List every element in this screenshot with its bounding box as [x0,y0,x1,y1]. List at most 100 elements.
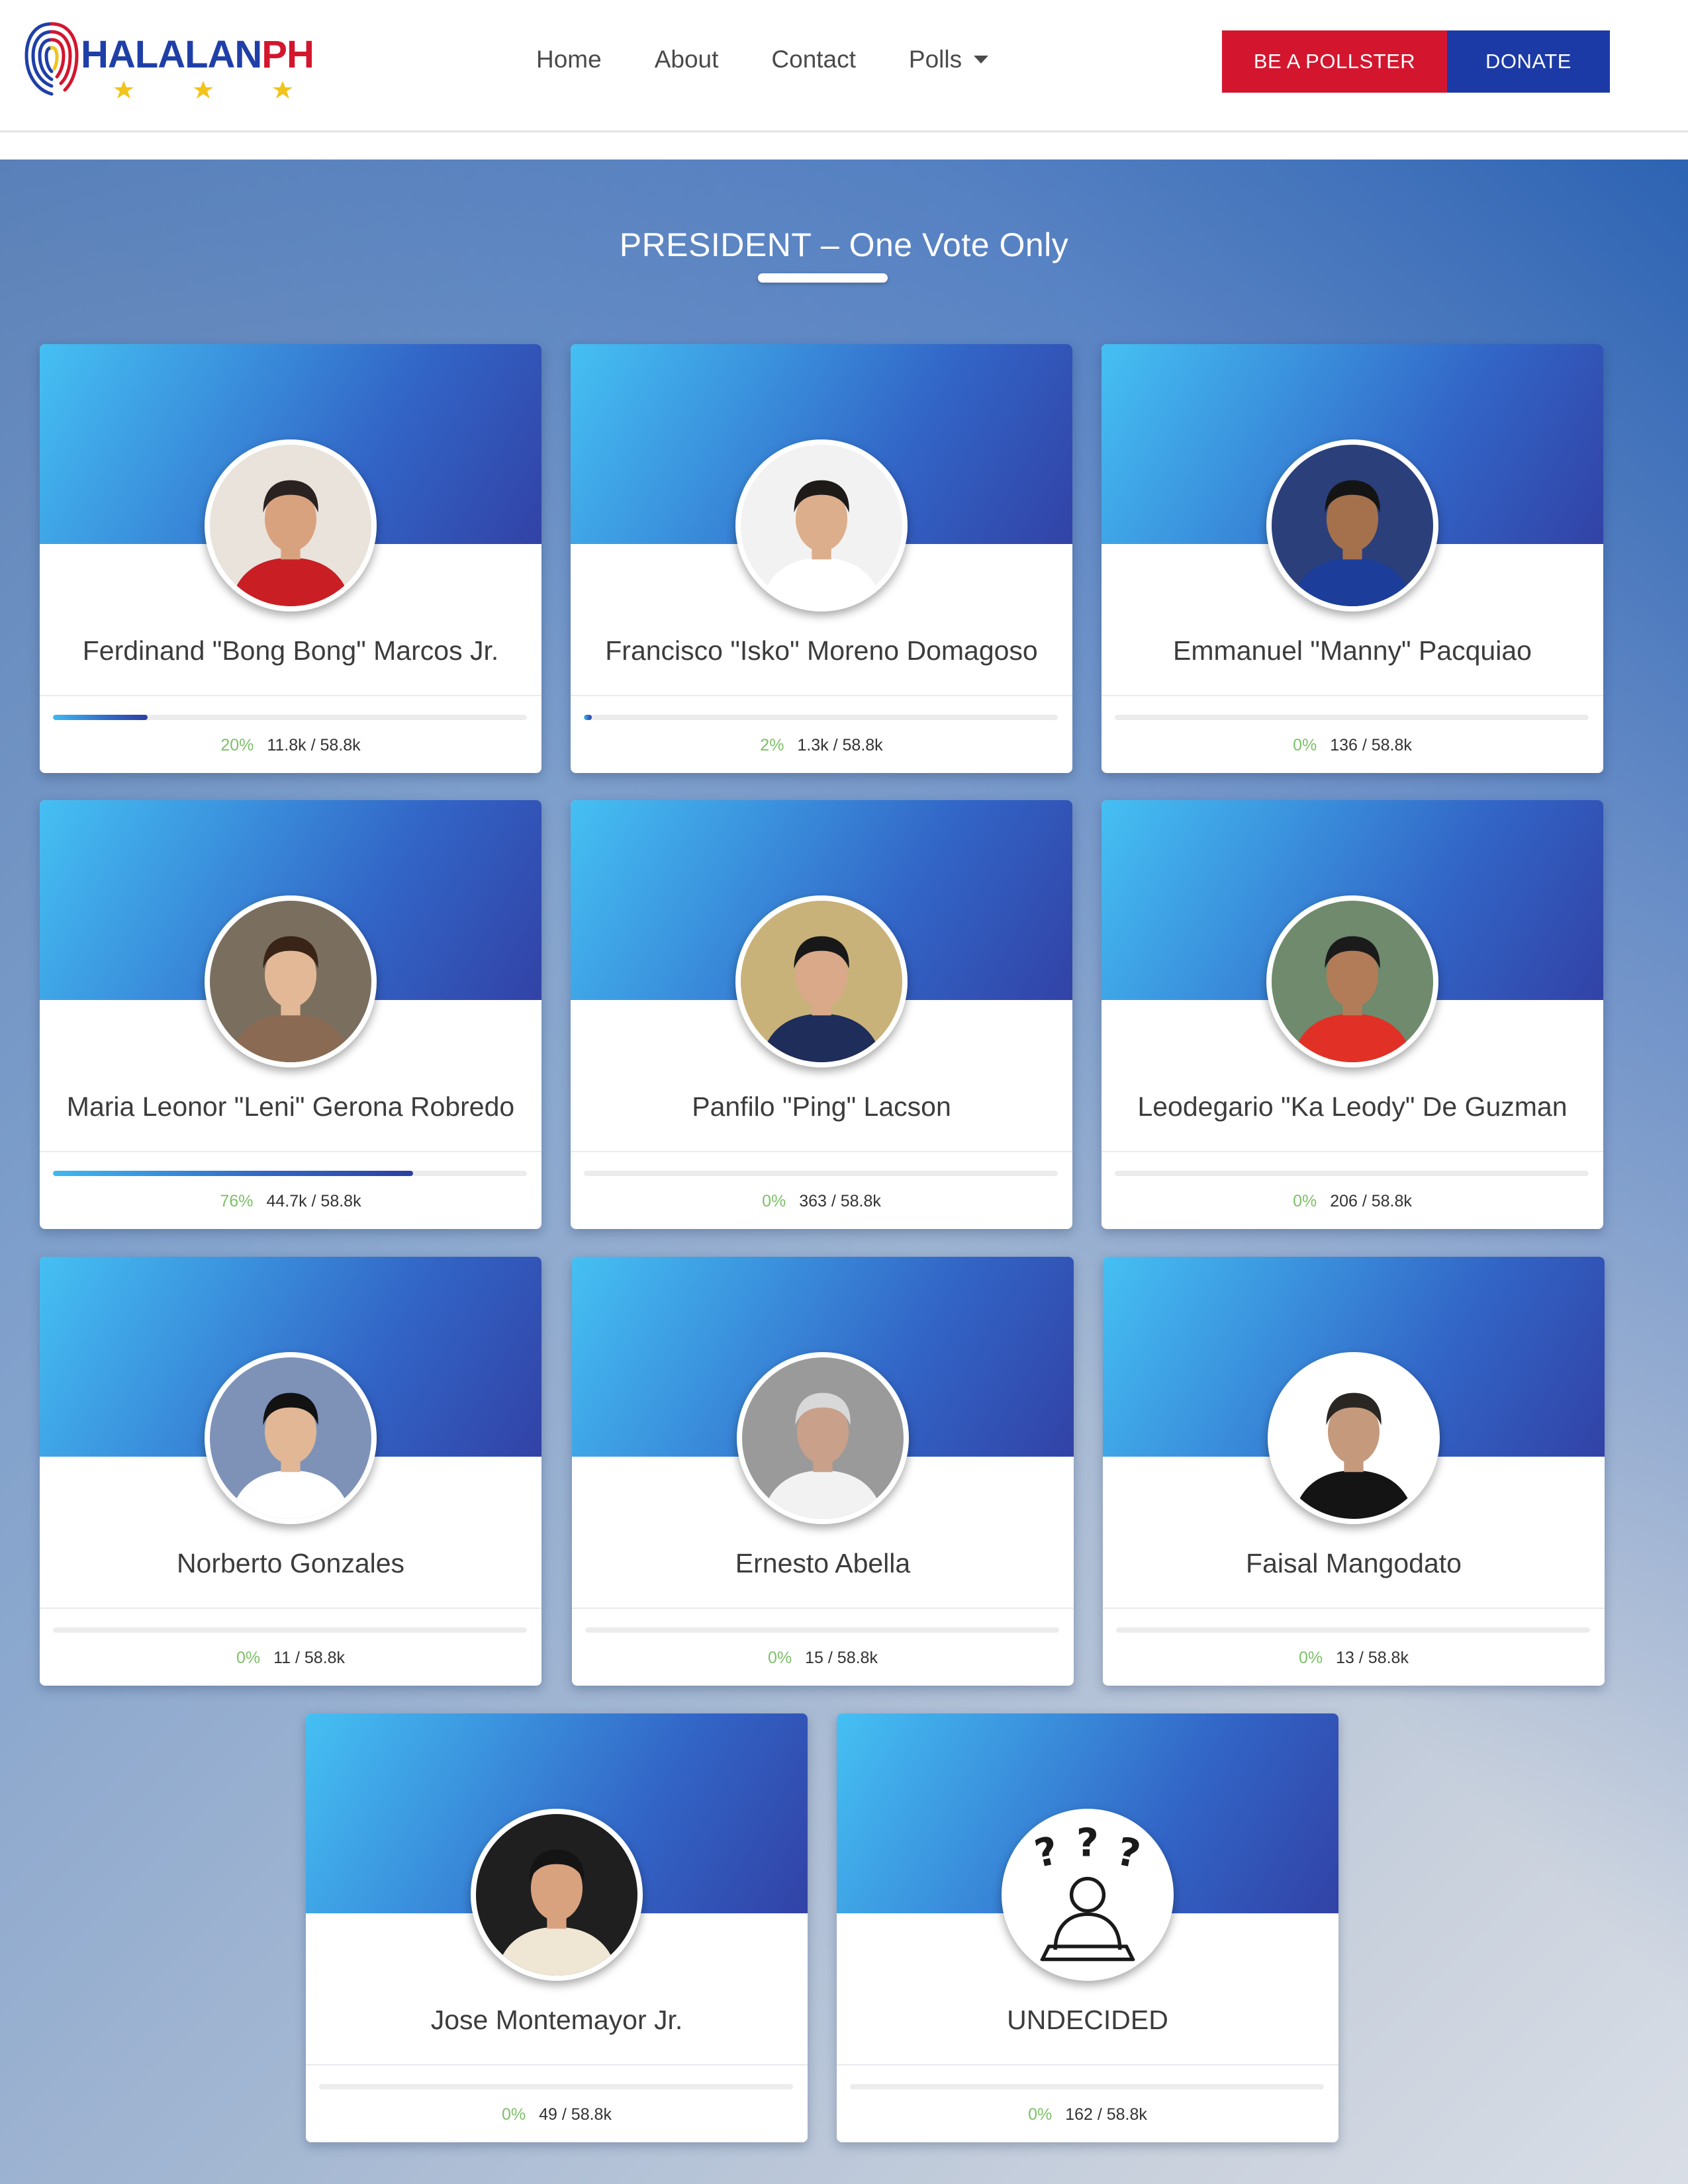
nav-contact-label: Contact [771,46,856,73]
card-divider [837,2064,1338,2066]
vote-percent: 0% [1028,2105,1053,2124]
candidate-card[interactable]: Emmanuel "Manny" Pacquiao 0% 136 / 58.8k [1102,344,1603,773]
candidate-photo [476,1814,637,1976]
candidate-photo [1273,1357,1434,1519]
vote-progress-bar [319,2084,793,2089]
vote-progress-bar [584,1171,1058,1176]
candidate-avatar [735,439,908,612]
vote-stats: 0% 11 / 58.8k [40,1649,541,1668]
candidate-photo [210,445,371,606]
logo-stars-icon [114,81,293,99]
candidate-avatar: ??? [1002,1809,1174,1981]
candidate-avatar [205,439,377,612]
vote-stats: 0% 363 / 58.8k [571,1192,1072,1211]
candidate-name: Ferdinand "Bong Bong" Marcos Jr. [82,635,499,666]
candidate-name: Emmanuel "Manny" Pacquiao [1173,635,1532,666]
candidate-photo [210,901,371,1062]
candidate-name: UNDECIDED [1007,2005,1168,2035]
site-header: HALALANPH Home About Contact Polls BE A … [0,0,1688,132]
vote-percent: 0% [768,1649,792,1667]
candidate-card[interactable]: Maria Leonor "Leni" Gerona Robredo 76% 44.… [40,800,541,1229]
nav-contact[interactable]: Contact [771,46,856,73]
candidate-card[interactable]: ??? UNDECIDED 0% 162 / 58.8k [837,1713,1338,2142]
nav-home-label: Home [536,46,602,73]
card-divider [1103,1608,1605,1609]
vote-progress-bar [53,715,527,720]
poll-section: PRESIDENT – One Vote Only Ferdinand "Bon… [0,159,1688,2184]
vote-count: 363 / 58.8k [799,1192,881,1210]
card-divider [40,1151,541,1152]
candidate-name: Faisal Mangodato [1246,1548,1462,1578]
candidate-card[interactable]: Leodegario "Ka Leody" De Guzman 0% 206 / 5… [1102,800,1603,1229]
vote-stats: 0% 162 / 58.8k [837,2105,1338,2124]
candidate-name: Francisco "Isko" Moreno Domagoso [605,635,1038,666]
nav-about[interactable]: About [655,46,719,73]
candidate-photo [1272,901,1433,1062]
vote-progress-bar [1115,1171,1589,1176]
vote-percent: 0% [1293,736,1317,754]
vote-percent: 0% [1299,1649,1323,1667]
vote-percent: 0% [762,1192,786,1210]
card-divider [572,1608,1074,1609]
candidate-photo [741,901,902,1062]
header-spacer [0,134,1688,159]
vote-percent: 0% [1293,1192,1317,1210]
vote-percent: 2% [760,736,784,754]
nav-polls-label: Polls [908,46,962,73]
candidate-avatar [471,1809,643,1981]
candidate-card[interactable]: Ferdinand "Bong Bong" Marcos Jr. 20% 11.8k… [40,344,541,773]
candidate-name: Jose Montemayor Jr. [430,2005,683,2035]
card-divider [571,695,1072,696]
vote-stats: 0% 206 / 58.8k [1102,1192,1603,1211]
vote-percent: 20% [220,736,254,754]
be-a-pollster-button[interactable]: BE A POLLSTER [1222,30,1447,93]
undecided-icon: ??? [1007,1814,1168,1976]
vote-count: 15 / 58.8k [805,1649,878,1667]
vote-stats: 20% 11.8k / 58.8k [40,736,541,755]
candidate-name: Maria Leonor "Leni" Gerona Robredo [66,1091,515,1122]
nav-polls-dropdown[interactable]: Polls [908,46,989,73]
card-divider [1102,695,1603,696]
candidate-card[interactable]: Jose Montemayor Jr. 0% 49 / 58.8k [306,1713,808,2142]
candidate-photo [742,1357,904,1519]
vote-stats: 2% 1.3k / 58.8k [571,736,1072,755]
card-divider [571,1151,1072,1152]
vote-progress-fill [584,715,592,720]
candidate-photo [741,445,902,606]
candidate-avatar [1268,1352,1440,1524]
vote-progress-bar [53,1171,527,1176]
vote-progress-bar [1116,1627,1590,1633]
vote-stats: 0% 49 / 58.8k [306,2105,808,2124]
donate-label: DONATE [1485,50,1571,73]
candidate-avatar [205,1352,377,1524]
nav-home[interactable]: Home [536,46,602,73]
candidate-avatar [737,1352,909,1524]
vote-stats: 0% 136 / 58.8k [1102,736,1603,755]
halalanph-logo[interactable]: HALALANPH [21,13,314,99]
candidate-card[interactable]: Ernesto Abella 0% 15 / 58.8k [572,1257,1074,1686]
card-divider [40,1608,541,1609]
donate-button[interactable]: DONATE [1447,30,1610,93]
vote-stats: 0% 15 / 58.8k [572,1649,1074,1668]
candidate-card[interactable]: Panfilo "Ping" Lacson 0% 363 / 58.8k [571,800,1072,1229]
candidate-card[interactable]: Francisco "Isko" Moreno Domagoso 2% 1.3k /… [571,344,1072,773]
candidate-card[interactable]: Norberto Gonzales 0% 11 / 58.8k [40,1257,541,1686]
candidate-card[interactable]: Faisal Mangodato 0% 13 / 58.8k [1103,1257,1605,1686]
vote-count: 11.8k / 58.8k [267,736,361,754]
candidate-name: Norberto Gonzales [176,1548,405,1578]
vote-count: 1.3k / 58.8k [797,736,883,754]
vote-count: 49 / 58.8k [539,2105,612,2124]
candidate-avatar [735,895,908,1068]
main-nav: Home About Contact Polls [536,40,1041,79]
vote-percent: 0% [502,2105,526,2124]
vote-stats: 76% 44.7k / 58.8k [40,1192,541,1211]
vote-progress-bar [1115,715,1589,720]
nav-about-label: About [654,46,719,73]
card-divider [1102,1151,1603,1152]
candidate-name: Panfilo "Ping" Lacson [692,1091,951,1122]
be-a-pollster-label: BE A POLLSTER [1253,50,1416,73]
candidate-name: Leodegario "Ka Leody" De Guzman [1137,1091,1568,1122]
title-underline [758,273,888,283]
svg-text:?: ? [1076,1820,1099,1865]
vote-count: 206 / 58.8k [1330,1192,1412,1210]
